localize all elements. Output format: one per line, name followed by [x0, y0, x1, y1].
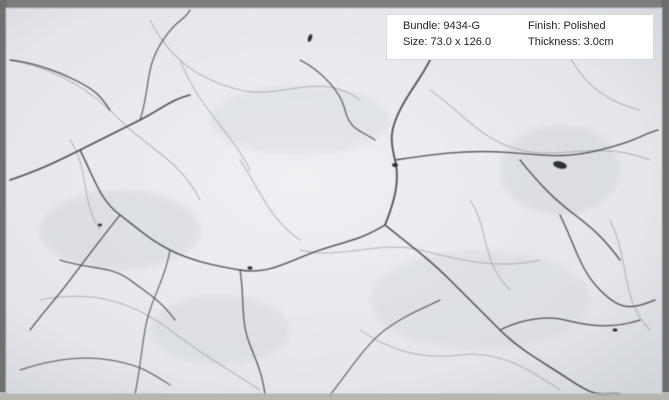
- size-label: Size: 73.0 x 126.0: [403, 36, 492, 48]
- marble-slab-photo: [0, 0, 669, 400]
- bundle-label: Bundle: 9434-G: [403, 20, 481, 32]
- slab-info-card: Bundle: 9434-G Size: 73.0 x 126.0 Finish…: [386, 14, 654, 60]
- finish-label: Finish: Polished: [528, 20, 606, 32]
- thickness-label: Thickness: 3.0cm: [528, 36, 614, 48]
